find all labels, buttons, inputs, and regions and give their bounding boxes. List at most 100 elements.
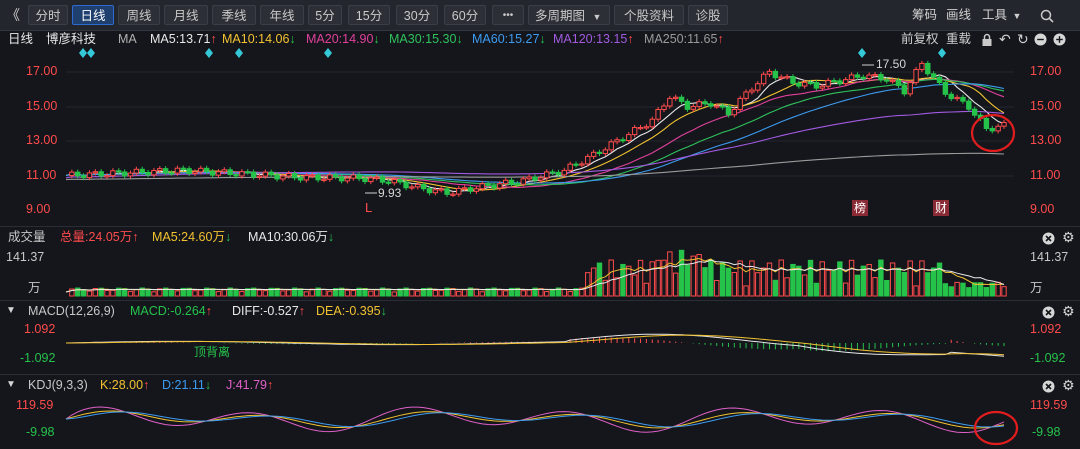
event-markers[interactable] <box>79 48 946 58</box>
volume-bar <box>192 290 198 297</box>
collapse-macd-icon[interactable]: ▼ <box>6 302 16 320</box>
candle-body <box>215 171 222 176</box>
pane-divider <box>0 300 1080 301</box>
volume-bar <box>643 282 650 297</box>
volume-bar <box>930 267 937 297</box>
candle-body <box>954 96 960 100</box>
close-pane-icon[interactable] <box>1042 229 1055 247</box>
volume-bar <box>198 289 204 297</box>
collapse-kdj-icon[interactable]: ▼ <box>6 376 16 394</box>
macd-ybottom-left: -1.092 <box>20 351 56 365</box>
volume-bar <box>567 291 573 297</box>
price-ytick-left: 15.00 <box>26 99 58 113</box>
list-tag-bang[interactable]: 榜 <box>852 200 869 216</box>
candle-body <box>139 168 145 173</box>
j-value: J:41.79↑ <box>226 376 273 394</box>
volume-bar <box>913 285 919 297</box>
price-ytick-left: 9.00 <box>26 202 51 216</box>
candle-body <box>98 171 104 177</box>
pane-divider <box>0 374 1080 375</box>
candle-body <box>819 85 825 89</box>
volume-bar <box>837 261 843 297</box>
volume-bar <box>919 260 925 297</box>
candle-body <box>268 171 274 176</box>
gear-icon[interactable]: ⚙ <box>1062 376 1075 394</box>
event-diamond-icon <box>324 48 332 58</box>
volume-bar <box>473 288 480 297</box>
volume-ma10-value: MA10:30.06万 <box>248 230 328 244</box>
dea-value-text: DEA:-0.395 <box>316 304 381 318</box>
volume-bar <box>520 290 526 297</box>
volume-bar <box>502 290 509 297</box>
volume-bar <box>327 290 333 297</box>
candle-body <box>262 171 269 177</box>
volume-bar <box>456 290 462 297</box>
volume-bar <box>626 265 632 297</box>
volume-bar <box>719 262 726 297</box>
candle-body <box>297 177 304 181</box>
volume-unit-left: 万 <box>28 281 41 295</box>
volume-bar <box>262 290 269 297</box>
candle-body <box>157 168 163 172</box>
low-price-label: 9.93 <box>378 186 402 200</box>
candle-body <box>772 70 779 79</box>
finance-tag-cai[interactable]: 财 <box>933 200 950 216</box>
volume-bar <box>737 260 743 297</box>
gear-icon[interactable]: ⚙ <box>1062 228 1075 246</box>
volume-bar <box>110 289 116 297</box>
candle-body <box>538 177 544 181</box>
volume-bar <box>221 288 227 297</box>
close-pane-icon[interactable] <box>1042 377 1055 395</box>
candle-body <box>614 139 620 143</box>
volume-bar <box>86 290 93 297</box>
candle-body <box>854 74 861 78</box>
volume-bar <box>843 282 849 297</box>
candle-body <box>760 73 767 85</box>
volume-bar <box>461 288 468 297</box>
volume-bar <box>860 265 866 297</box>
volume-bar <box>104 289 110 297</box>
volume-header: 成交量 总量:24.05万↑ MA5:24.60万↓ MA10:30.06万↓ … <box>0 228 1080 246</box>
candle-body <box>719 105 726 108</box>
candle-body <box>825 79 831 87</box>
volume-bar <box>948 286 954 297</box>
macd-title[interactable]: MACD(12,26,9) <box>28 302 115 320</box>
candle-body <box>708 103 714 107</box>
candle-body <box>813 82 820 89</box>
candle-body <box>368 177 374 183</box>
volume-bar <box>813 282 820 297</box>
volume-bar <box>321 289 327 297</box>
price-ytick-left: 11.00 <box>26 168 57 182</box>
candle-body <box>532 176 538 181</box>
volume-bar <box>725 267 732 297</box>
volume-bar <box>280 290 286 297</box>
candle-body <box>420 183 427 190</box>
volume-bar <box>649 261 655 297</box>
candle-body <box>233 174 239 177</box>
gear-icon[interactable]: ⚙ <box>1062 302 1075 320</box>
candle-body <box>356 174 362 180</box>
kdj-lines <box>65 406 1005 434</box>
volume-bar <box>854 274 861 297</box>
kdj-title[interactable]: KDJ(9,3,3) <box>28 376 88 394</box>
candle-body <box>801 81 808 87</box>
candle-body <box>831 79 837 83</box>
candle-body <box>204 167 210 173</box>
candle-body <box>526 176 532 180</box>
candle-body <box>327 174 333 180</box>
close-pane-icon[interactable] <box>1042 303 1055 321</box>
pane-divider <box>0 226 1080 227</box>
volume-bar <box>561 288 568 297</box>
candle-body <box>807 81 814 85</box>
k-value: K:28.00↑ <box>100 376 149 394</box>
candle-body <box>250 171 257 178</box>
candle-body <box>432 189 439 194</box>
volume-bar <box>708 259 714 297</box>
candle-body <box>180 167 186 170</box>
event-diamond-icon <box>858 48 866 58</box>
candle-body <box>696 101 702 108</box>
candle-body <box>286 172 292 177</box>
volume-bar <box>831 269 837 297</box>
candle-body <box>426 188 433 194</box>
candle-body <box>690 106 696 110</box>
